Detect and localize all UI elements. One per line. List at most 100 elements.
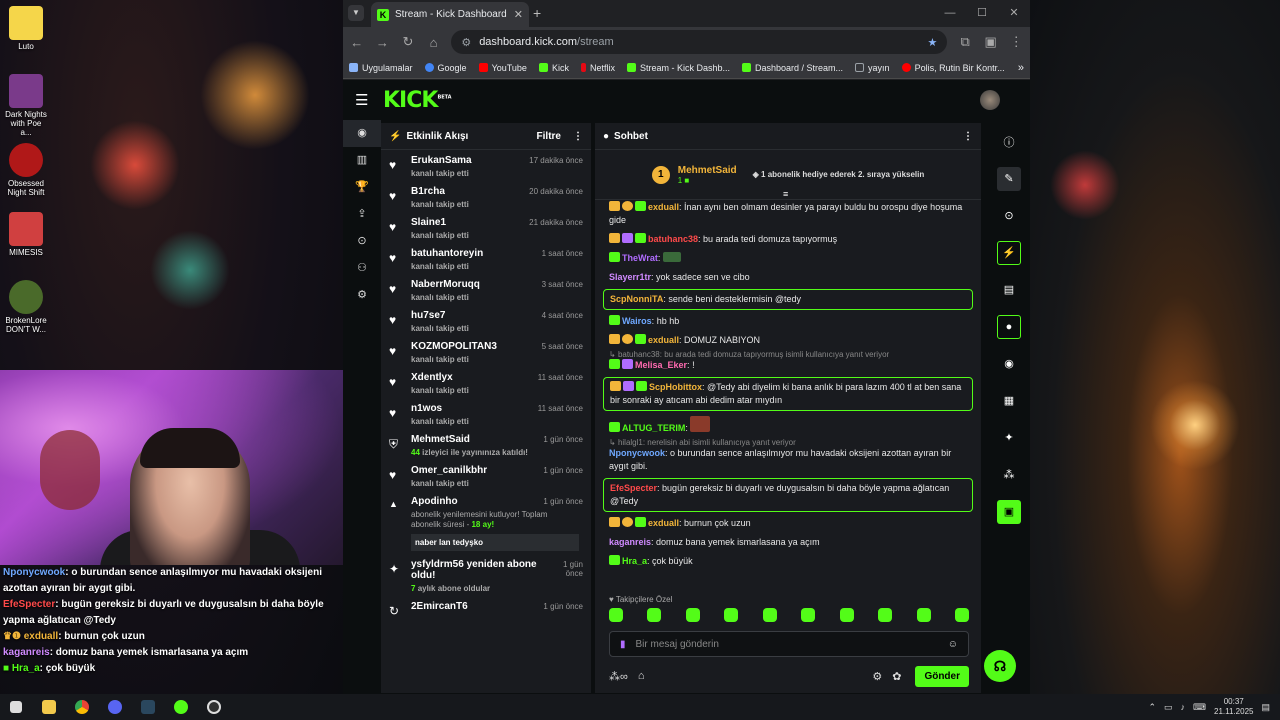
right-tool[interactable]: ✦ bbox=[993, 419, 1025, 456]
taskbar-app[interactable] bbox=[37, 694, 61, 720]
extension-icon[interactable]: ▣ bbox=[983, 34, 999, 50]
hamburger-menu-icon[interactable]: ☰ bbox=[355, 91, 371, 109]
chat-message-highlighted[interactable]: EfeSpecter: bugün gereksiz bi duyarlı ve… bbox=[603, 478, 973, 512]
close-tab-icon[interactable]: ✕ bbox=[514, 8, 523, 21]
back-icon[interactable]: ← bbox=[349, 35, 365, 50]
chat-username[interactable]: exduall bbox=[648, 518, 679, 528]
reply-indicator[interactable]: ↳ batuhanc38: bu arada tedi domuza tapıy… bbox=[595, 350, 981, 359]
desktop-icon[interactable]: Luto bbox=[4, 6, 48, 51]
notes-icon[interactable]: ▤ bbox=[997, 278, 1021, 302]
taskbar-app[interactable] bbox=[136, 694, 160, 720]
chat-menu-icon[interactable]: ⋮ bbox=[963, 131, 973, 142]
desktop-icon[interactable]: MIMESIS bbox=[4, 212, 48, 257]
close-window-icon[interactable]: ✕ bbox=[998, 0, 1030, 27]
lightning-icon[interactable]: ⚡ bbox=[997, 240, 1021, 265]
chat-username[interactable]: kaganreis bbox=[609, 537, 651, 547]
address-bar[interactable]: ⚙ dashboard.kick.com/stream ★ bbox=[451, 30, 948, 54]
activity-item[interactable]: ♥ KOZMOPOLITAN3 kanalı takip etti 5 saat ön… bbox=[381, 336, 591, 367]
menu-kebab-icon[interactable]: ⋮ bbox=[1008, 34, 1024, 50]
volume-icon[interactable]: ♪ bbox=[1181, 702, 1186, 712]
reply-indicator[interactable]: ↳ hilalgl1: nerelisin abi isimli kullanı… bbox=[595, 438, 981, 447]
site-info-icon[interactable]: ⚙ bbox=[461, 36, 471, 49]
chat-username[interactable]: exduall bbox=[648, 335, 679, 345]
chat-username[interactable]: TheWrat bbox=[622, 253, 658, 263]
bookmark-item[interactable]: Google bbox=[424, 63, 467, 73]
chat-message[interactable]: Hra_a: çok büyük bbox=[595, 552, 981, 571]
bookmark-item[interactable]: Uygulamalar bbox=[349, 63, 413, 73]
resub-item[interactable]: ✦ ysfyldrm56 yeniden abone oldu! 7 aylık a… bbox=[381, 554, 591, 596]
bookmark-folder[interactable]: yayın bbox=[855, 63, 890, 73]
kick-logo[interactable]: KICKBETA bbox=[383, 88, 452, 113]
resub-item[interactable]: ▲ Apodinho abonelik yenilemesini kutluyor!… bbox=[381, 491, 591, 554]
emote-button[interactable] bbox=[878, 608, 893, 622]
activity-menu-icon[interactable]: ⋮ bbox=[573, 131, 583, 142]
reload-icon[interactable]: ↻ bbox=[400, 34, 416, 50]
tray-overflow-icon[interactable]: ⌃ bbox=[1148, 702, 1156, 713]
tab-kick-dashboard[interactable]: K Stream - Kick Dashboard ✕ bbox=[371, 2, 529, 27]
right-tool[interactable]: ▤ bbox=[993, 271, 1025, 308]
emote-button[interactable] bbox=[724, 608, 739, 622]
right-tool[interactable]: ◉ bbox=[993, 345, 1025, 382]
slow-mode-icon[interactable]: ⁂∞ bbox=[609, 670, 628, 683]
printer-icon[interactable]: ▦ bbox=[997, 389, 1021, 413]
right-tool[interactable]: ⓘ bbox=[993, 123, 1025, 160]
bookmark-star-icon[interactable]: ★ bbox=[927, 36, 937, 49]
chat-username[interactable]: ScpHobittox bbox=[649, 382, 702, 392]
right-tool[interactable]: ⊙ bbox=[993, 197, 1025, 234]
chat-message[interactable]: ALTUG_TERIM: bbox=[595, 413, 981, 438]
emote-button[interactable] bbox=[685, 608, 700, 622]
send-button[interactable]: Gönder bbox=[915, 665, 969, 687]
bookmark-item[interactable]: Polis, Rutin Bir Kontr... bbox=[901, 63, 1005, 73]
chat-username[interactable]: ScpNonniTA bbox=[610, 294, 663, 304]
chat-input[interactable]: ▮ Bir mesaj gönderin ☺ bbox=[609, 631, 969, 657]
desktop-icon[interactable]: Dark Nights with Poe a... bbox=[4, 74, 48, 137]
desktop-icon[interactable]: BrokenLore DON'T W... bbox=[4, 280, 48, 334]
emote-button[interactable] bbox=[801, 608, 816, 622]
taskbar-app[interactable] bbox=[70, 694, 94, 720]
activity-item[interactable]: ♥ Xdentlyx kanalı takip etti 11 saat önce bbox=[381, 367, 591, 398]
chat-message-highlighted[interactable]: ScpNonniTA: sende beni desteklermisin @t… bbox=[603, 289, 973, 310]
bookmark-item[interactable]: Stream - Kick Dashb... bbox=[626, 63, 730, 73]
chat-username[interactable]: Nponycwook bbox=[609, 448, 665, 458]
emoji-picker-icon[interactable]: ☺ bbox=[948, 639, 958, 650]
right-tool[interactable]: ⚡ bbox=[993, 234, 1025, 271]
right-tool[interactable]: ✎ bbox=[993, 160, 1025, 197]
chat-username[interactable]: batuhanc38 bbox=[648, 234, 698, 244]
community-nav-icon[interactable]: ⚇ bbox=[343, 255, 381, 282]
emote-button[interactable] bbox=[954, 608, 969, 622]
chat-username[interactable]: Slayerr1tr bbox=[609, 272, 651, 282]
camera-nav-icon[interactable]: ⊙ bbox=[343, 228, 381, 255]
chat-bubble-icon[interactable]: ● bbox=[997, 314, 1021, 339]
user-avatar[interactable] bbox=[980, 90, 1000, 110]
settings-nav-icon[interactable]: ⚙ bbox=[343, 282, 381, 309]
chat-message[interactable]: Wairos: hb hb bbox=[595, 312, 981, 331]
language-icon[interactable]: ⌨ bbox=[1193, 702, 1206, 713]
chat-username[interactable]: EfeSpecter bbox=[610, 483, 657, 493]
taskbar-app[interactable] bbox=[103, 694, 127, 720]
chat-message[interactable]: Melisa_Eker: ! bbox=[595, 359, 981, 375]
chat-username[interactable]: exduall bbox=[648, 202, 679, 212]
right-tool[interactable]: ● bbox=[993, 308, 1025, 345]
info-icon[interactable]: ⓘ bbox=[997, 130, 1021, 154]
camera-icon[interactable]: ⊙ bbox=[997, 204, 1021, 228]
clock[interactable]: 00:37 21.11.2025 bbox=[1214, 697, 1253, 717]
chat-username[interactable]: Wairos bbox=[622, 316, 652, 326]
shapes-icon[interactable]: ⁂ bbox=[997, 463, 1021, 487]
minimize-icon[interactable]: — bbox=[934, 0, 966, 27]
bookmark-item[interactable]: Dashboard / Stream... bbox=[742, 63, 843, 73]
forward-icon[interactable]: → bbox=[375, 35, 391, 50]
new-tab-button[interactable]: + bbox=[533, 5, 541, 21]
chat-message[interactable]: exduall: burnun çok uzun bbox=[595, 514, 981, 533]
activity-item[interactable]: ♥ Omer_canilkbhr kanalı takip etti 1 gün ön… bbox=[381, 460, 591, 491]
broadcast-icon[interactable]: ◉ bbox=[997, 352, 1021, 376]
chat-message[interactable]: Nponycwook: o burundan sence anlaşılmıyo… bbox=[595, 447, 981, 476]
chat-message[interactable]: TheWrat: bbox=[595, 249, 981, 268]
activity-item[interactable]: ♥ NaberrMoruqq kanalı takip etti 3 saat önc… bbox=[381, 274, 591, 305]
edit-icon[interactable]: ✎ bbox=[997, 166, 1021, 191]
activity-item[interactable]: ♥ n1wos kanalı takip etti 11 saat önce bbox=[381, 398, 591, 429]
chat-username[interactable]: ALTUG_TERIM bbox=[622, 423, 685, 433]
desktop-icon[interactable]: Obsessed Night Shift bbox=[4, 143, 48, 197]
activity-item[interactable]: ♥ ErukanSama kanalı takip etti 17 dakika ön… bbox=[381, 150, 591, 181]
chat-message[interactable]: exduall: DOMUZ NABIYON bbox=[595, 331, 981, 350]
start-button[interactable] bbox=[4, 694, 28, 720]
